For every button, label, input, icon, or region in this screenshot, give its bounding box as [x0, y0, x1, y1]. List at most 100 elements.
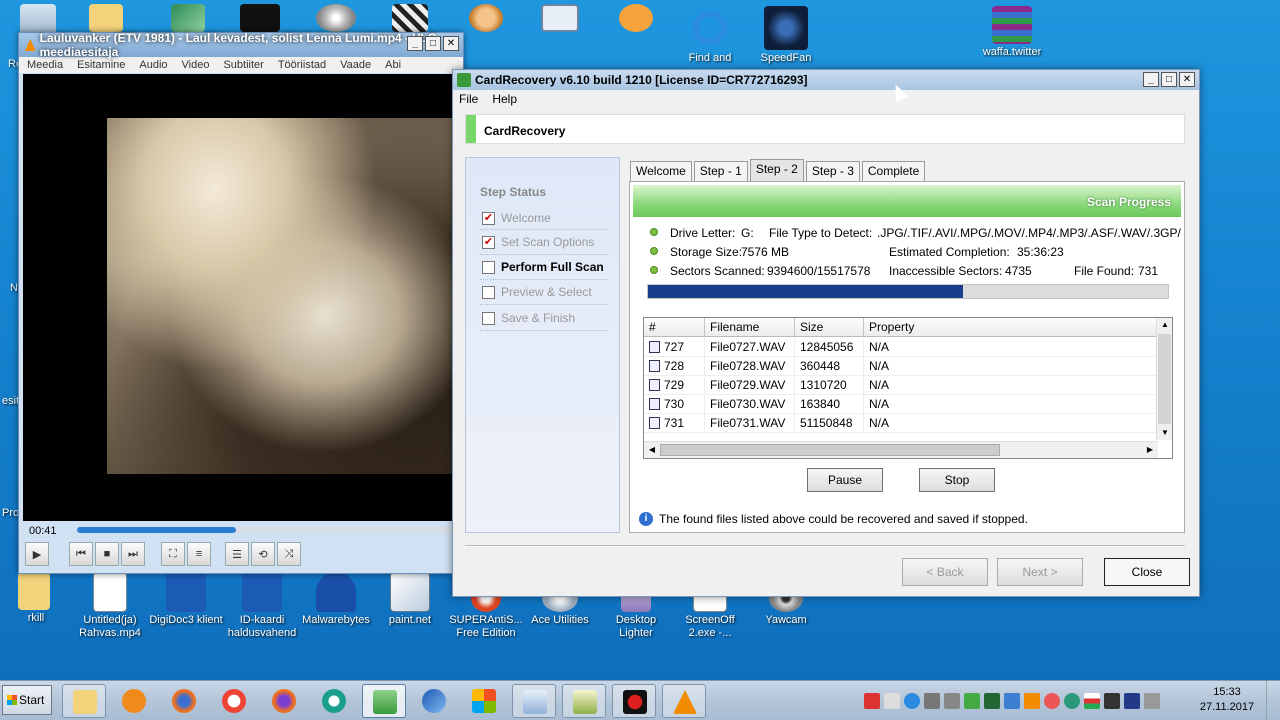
tab-step-2[interactable]: Step - 2	[749, 159, 804, 181]
taskbar-firefox-2[interactable]	[262, 684, 306, 718]
malwarebytes-icon[interactable]: Malwarebytes	[298, 572, 374, 627]
close-button[interactable]: ✕	[1179, 72, 1195, 87]
extended-settings-icon[interactable]: ≡	[187, 542, 211, 566]
scroll-up-icon[interactable]: ▲	[1157, 318, 1172, 332]
scroll-thumb[interactable]	[660, 444, 1000, 456]
scroll-thumb[interactable]	[1158, 334, 1171, 424]
seek-bar[interactable]	[77, 527, 455, 533]
vlc-menu-subtiiter[interactable]: Subtiiter	[223, 59, 263, 71]
id-card-icon[interactable]: ID-kaardi haldusvahend	[224, 572, 300, 640]
window-icon[interactable]	[522, 4, 598, 34]
vlc-menu-audio[interactable]: Audio	[139, 59, 167, 71]
scroll-down-icon[interactable]: ▼	[1157, 426, 1172, 440]
scroll-right-icon[interactable]: ▶	[1142, 442, 1158, 458]
tray-e-icon[interactable]	[1064, 693, 1080, 709]
play-button[interactable]: ▶	[25, 542, 49, 566]
vlc-menu-tooriistad[interactable]: Tööriistad	[278, 59, 326, 71]
playlist-icon[interactable]: ☰	[225, 542, 249, 566]
tray-sync-icon[interactable]	[904, 693, 920, 709]
vlc-menu-esitamine[interactable]: Esitamine	[77, 59, 125, 71]
taskbar-edge-app[interactable]	[312, 684, 356, 718]
close-dialog-button[interactable]: Close	[1104, 558, 1190, 586]
app-icon[interactable]	[150, 4, 226, 34]
taskbar-control-panel[interactable]	[512, 684, 556, 718]
stop-button[interactable]: Stop	[919, 468, 995, 492]
table-row[interactable]: 730 File0730.WAV 163840 N/A	[644, 395, 1158, 414]
speedfan-icon[interactable]: SpeedFan	[748, 6, 824, 65]
taskbar-cardrecovery[interactable]	[362, 684, 406, 718]
taskbar-recorder[interactable]	[612, 684, 656, 718]
menu-help[interactable]: Help	[492, 92, 517, 106]
previous-icon[interactable]: ⏮	[69, 542, 93, 566]
digidoc-icon[interactable]: DigiDoc3 klient	[148, 572, 224, 627]
tray-language-icon[interactable]	[1084, 693, 1100, 709]
vlc-menu-meedia[interactable]: Meedia	[27, 59, 63, 71]
tray-security-icon[interactable]	[964, 693, 980, 709]
taskbar-notepad[interactable]	[562, 684, 606, 718]
found-files-table[interactable]: # Filename Size Property 727 File0727.WA…	[643, 317, 1173, 459]
orange-circle-icon[interactable]	[598, 4, 674, 34]
tray-volume-icon[interactable]	[944, 693, 960, 709]
horizontal-scrollbar[interactable]: ◀ ▶	[644, 441, 1158, 458]
video-area[interactable]	[23, 74, 461, 521]
tray-speedfan-icon[interactable]	[984, 693, 1000, 709]
tray-warning-icon[interactable]	[1044, 693, 1060, 709]
id-software-icon[interactable]	[222, 4, 298, 34]
folder-icon[interactable]	[68, 4, 144, 34]
tray-vlc-icon[interactable]	[1024, 693, 1040, 709]
column-header-property[interactable]: Property	[864, 318, 1158, 336]
maximize-button[interactable]: □	[1161, 72, 1177, 87]
back-button[interactable]: < Back	[902, 558, 988, 586]
vertical-scrollbar[interactable]: ▲ ▼	[1156, 318, 1172, 440]
start-button[interactable]: Start	[2, 685, 52, 715]
cardrecovery-title-bar[interactable]: CardRecovery v6.10 build 1210 [License I…	[453, 70, 1199, 90]
menu-file[interactable]: File	[459, 92, 478, 106]
next-icon[interactable]: ⏭	[121, 542, 145, 566]
vlc-menu-vaade[interactable]: Vaade	[340, 59, 371, 71]
tray-lav-icon[interactable]	[1104, 693, 1120, 709]
shuffle-icon[interactable]: ⤨	[277, 542, 301, 566]
table-row[interactable]: 728 File0728.WAV 360448 N/A	[644, 357, 1158, 376]
maximize-button[interactable]: □	[425, 36, 441, 51]
minimize-button[interactable]: _	[407, 36, 423, 51]
table-row[interactable]: 727 File0727.WAV 12845056 N/A	[644, 338, 1158, 357]
taskbar-windows-app[interactable]	[462, 684, 506, 718]
table-row[interactable]: 729 File0729.WAV 1310720 N/A	[644, 376, 1158, 395]
table-row[interactable]: 731 File0731.WAV 51150848 N/A	[644, 414, 1158, 433]
minimize-button[interactable]: _	[1143, 72, 1159, 87]
tray-expand-icon[interactable]	[1144, 693, 1160, 709]
column-header-number[interactable]: #	[644, 318, 705, 336]
vlc-menu-video[interactable]: Video	[182, 59, 210, 71]
tray-app-icon[interactable]	[1004, 693, 1020, 709]
pause-button[interactable]: Pause	[807, 468, 883, 492]
vlc-window[interactable]: Lauluvanker (ETV 1981) - Laul kevadest, …	[18, 31, 464, 574]
taskbar-explorer[interactable]	[62, 684, 106, 718]
tab-step-1[interactable]: Step - 1	[693, 161, 748, 181]
show-desktop-button[interactable]	[1266, 681, 1280, 720]
fullscreen-icon[interactable]: ⛶	[161, 542, 185, 566]
stop-icon[interactable]: ■	[95, 542, 119, 566]
clapperboard-icon[interactable]	[372, 4, 448, 34]
video-file-icon[interactable]: Untitled(ja) Rahvas.mp4	[72, 572, 148, 640]
tray-network-icon[interactable]	[924, 693, 940, 709]
column-header-size[interactable]: Size	[795, 318, 864, 336]
scroll-left-icon[interactable]: ◀	[644, 442, 660, 458]
tray-lav-video-icon[interactable]	[1124, 693, 1140, 709]
loop-icon[interactable]: ⟲	[251, 542, 275, 566]
taskbar-opera[interactable]	[212, 684, 256, 718]
vlc-menu-abi[interactable]: Abi	[385, 59, 401, 71]
taskbar-media-player[interactable]	[112, 684, 156, 718]
cardrecovery-window[interactable]: CardRecovery v6.10 build 1210 [License I…	[452, 69, 1200, 597]
tray-flag-icon[interactable]	[864, 693, 880, 709]
tab-step-3[interactable]: Step - 3	[805, 161, 860, 181]
taskbar-firefox[interactable]	[162, 684, 206, 718]
taskbar-app-blue[interactable]	[412, 684, 456, 718]
cd-drive-icon[interactable]	[298, 4, 374, 34]
winrar-archive-icon[interactable]: waffa.twitter	[974, 6, 1050, 59]
column-header-filename[interactable]: Filename	[705, 318, 795, 336]
close-button[interactable]: ✕	[443, 36, 459, 51]
taskbar-vlc[interactable]	[662, 684, 706, 718]
find-and-icon[interactable]: Find and	[672, 6, 748, 65]
vlc-title-bar[interactable]: Lauluvanker (ETV 1981) - Laul kevadest, …	[19, 31, 463, 59]
tab-welcome[interactable]: Welcome	[630, 161, 692, 181]
